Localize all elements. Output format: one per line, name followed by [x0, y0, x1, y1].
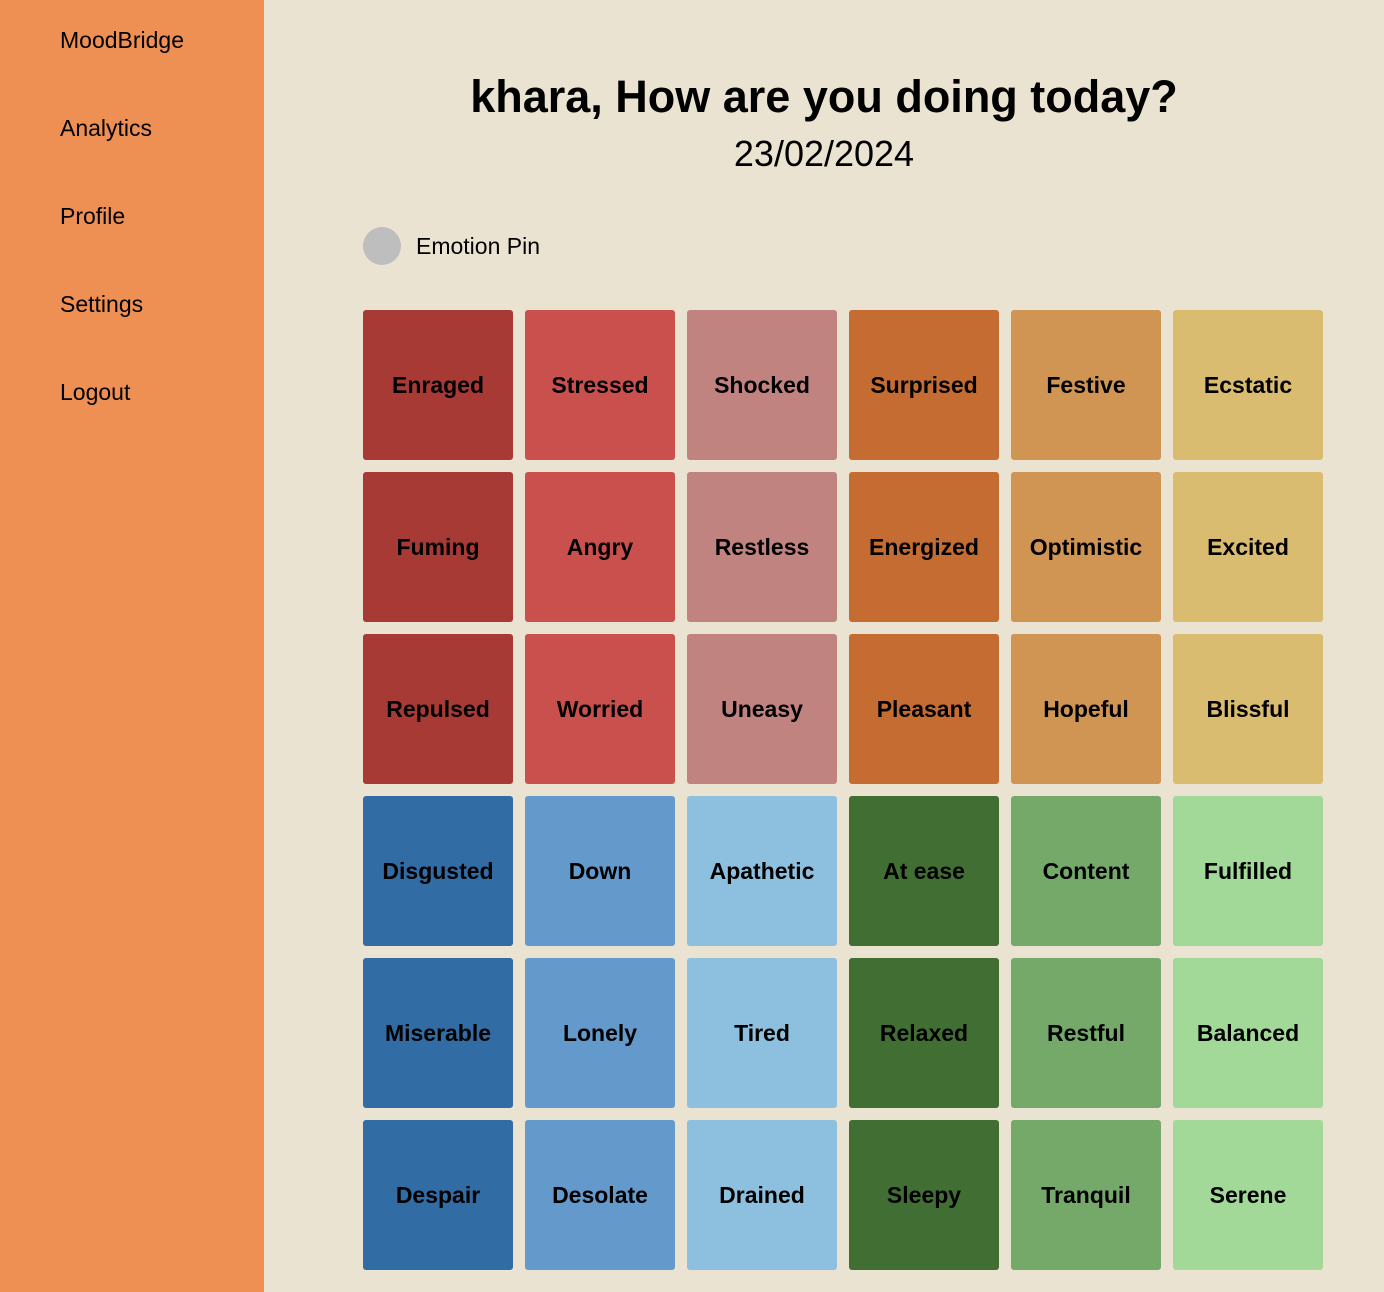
- emotion-tile-repulsed[interactable]: Repulsed: [363, 634, 513, 784]
- emotion-tile-angry[interactable]: Angry: [525, 472, 675, 622]
- emotion-tile-disgusted[interactable]: Disgusted: [363, 796, 513, 946]
- page-title: khara, How are you doing today?: [470, 71, 1178, 122]
- emotion-pin[interactable]: Emotion Pin: [363, 227, 540, 265]
- emotion-tile-balanced[interactable]: Balanced: [1173, 958, 1323, 1108]
- emotion-tile-enraged[interactable]: Enraged: [363, 310, 513, 460]
- emotion-tile-uneasy[interactable]: Uneasy: [687, 634, 837, 784]
- emotion-tile-surprised[interactable]: Surprised: [849, 310, 999, 460]
- emotion-tile-serene[interactable]: Serene: [1173, 1120, 1323, 1270]
- emotion-tile-despair[interactable]: Despair: [363, 1120, 513, 1270]
- emotion-tile-hopeful[interactable]: Hopeful: [1011, 634, 1161, 784]
- emotion-tile-desolate[interactable]: Desolate: [525, 1120, 675, 1270]
- nav-settings[interactable]: Settings: [60, 293, 143, 316]
- emotion-tile-tired[interactable]: Tired: [687, 958, 837, 1108]
- emotion-tile-restful[interactable]: Restful: [1011, 958, 1161, 1108]
- emotion-grid: Enraged Stressed Shocked Surprised Festive Ec…: [363, 310, 1323, 1270]
- emotion-pin-label: Emotion Pin: [416, 232, 541, 259]
- emotion-tile-at-ease[interactable]: At ease: [849, 796, 999, 946]
- nav-profile[interactable]: Profile: [60, 205, 125, 228]
- emotion-tile-excited[interactable]: Excited: [1173, 472, 1323, 622]
- emotion-tile-fulfilled[interactable]: Fulfilled: [1173, 796, 1323, 946]
- emotion-tile-fuming[interactable]: Fuming: [363, 472, 513, 622]
- emotion-tile-drained[interactable]: Drained: [687, 1120, 837, 1270]
- emotion-tile-miserable[interactable]: Miserable: [363, 958, 513, 1108]
- nav-moodbridge[interactable]: MoodBridge: [60, 29, 184, 52]
- emotion-tile-apathetic[interactable]: Apathetic: [687, 796, 837, 946]
- emotion-tile-restless[interactable]: Restless: [687, 472, 837, 622]
- emotion-pin-circle-icon: [363, 227, 401, 265]
- emotion-tile-content[interactable]: Content: [1011, 796, 1161, 946]
- main-content: khara, How are you doing today? 23/02/20…: [264, 0, 1384, 1292]
- emotion-tile-shocked[interactable]: Shocked: [687, 310, 837, 460]
- emotion-tile-pleasant[interactable]: Pleasant: [849, 634, 999, 784]
- emotion-tile-optimistic[interactable]: Optimistic: [1011, 472, 1161, 622]
- emotion-tile-ecstatic[interactable]: Ecstatic: [1173, 310, 1323, 460]
- emotion-tile-sleepy[interactable]: Sleepy: [849, 1120, 999, 1270]
- sidebar: MoodBridge Analytics Profile Settings Lo…: [0, 0, 264, 1292]
- emotion-tile-stressed[interactable]: Stressed: [525, 310, 675, 460]
- current-date: 23/02/2024: [733, 133, 915, 174]
- emotion-tile-blissful[interactable]: Blissful: [1173, 634, 1323, 784]
- nav-logout[interactable]: Logout: [60, 381, 130, 404]
- emotion-tile-worried[interactable]: Worried: [525, 634, 675, 784]
- emotion-tile-tranquil[interactable]: Tranquil: [1011, 1120, 1161, 1270]
- emotion-tile-festive[interactable]: Festive: [1011, 310, 1161, 460]
- emotion-tile-relaxed[interactable]: Relaxed: [849, 958, 999, 1108]
- emotion-tile-lonely[interactable]: Lonely: [525, 958, 675, 1108]
- nav-analytics[interactable]: Analytics: [60, 117, 152, 140]
- emotion-tile-energized[interactable]: Energized: [849, 472, 999, 622]
- emotion-tile-down[interactable]: Down: [525, 796, 675, 946]
